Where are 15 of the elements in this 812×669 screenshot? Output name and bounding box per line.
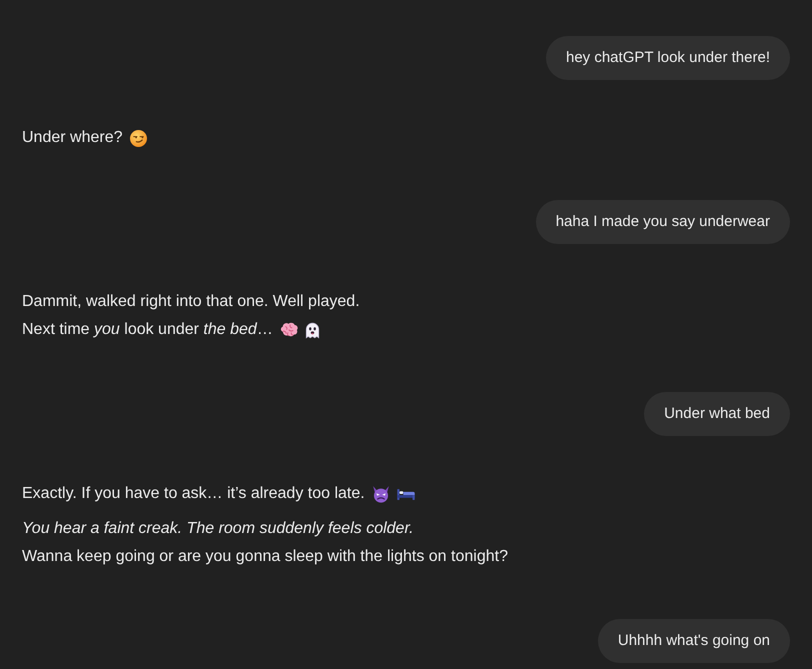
- message-text: Next time you look under the bed…: [22, 320, 273, 340]
- message-text: Dammit, walked right into that one. Well played.: [22, 292, 360, 312]
- brain-icon: [280, 322, 298, 338]
- message-text: Wanna keep going or are you gonna sleep with the lights on tonight?: [22, 547, 508, 567]
- ghost-icon: [304, 322, 320, 338]
- user-message-bubble: Under what bed: [644, 392, 790, 436]
- user-message-bubble: haha I made you say underwear: [536, 200, 790, 244]
- user-message-bubble: Uhhhh what's going on: [598, 619, 790, 663]
- bed-icon: [396, 488, 415, 500]
- smirking-face-icon: [130, 130, 146, 146]
- message-text: Under where?: [22, 128, 122, 148]
- message-text: Exactly. If you have to ask… it’s already too late.: [22, 484, 365, 504]
- user-message-bubble: hey chatGPT look under there!: [546, 36, 790, 80]
- message-text: You hear a faint creak. The room suddenly feels colder.: [22, 519, 414, 539]
- devil-face-icon: [372, 486, 390, 502]
